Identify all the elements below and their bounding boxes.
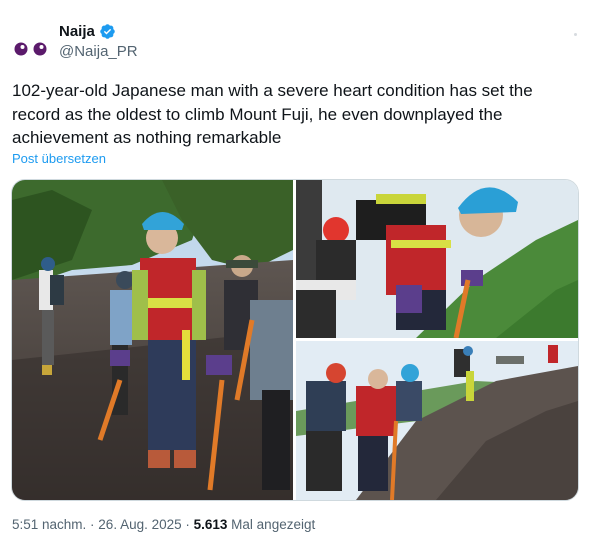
tweet-meta: 5:51 nachm. · 26. Aug. 2025 · 5.613 Mal … [12, 517, 315, 532]
views-label: Mal angezeigt [227, 517, 316, 532]
more-options-dot-icon [574, 33, 577, 36]
views-count: 5.613 [193, 517, 228, 532]
twin-eyes-logo-icon [14, 42, 47, 56]
avatar[interactable] [11, 34, 51, 64]
tweet: Naija @Naija_PR 102-year-old Japanese ma… [0, 0, 593, 543]
author-info: Naija @Naija_PR [59, 22, 138, 61]
tweet-time[interactable]: 5:51 nachm. [12, 517, 86, 532]
handle[interactable]: @Naija_PR [59, 43, 138, 60]
meta-separator: · [181, 517, 194, 532]
display-name[interactable]: Naija [59, 23, 95, 40]
photo-icon [296, 180, 578, 338]
verified-badge-icon [99, 23, 116, 40]
media-photo-1[interactable] [12, 180, 293, 500]
meta-separator: · [86, 517, 99, 532]
translate-post-link[interactable]: Post übersetzen [12, 151, 106, 166]
media-photo-2[interactable] [296, 180, 578, 338]
media-photo-3[interactable] [296, 341, 578, 500]
tweet-date[interactable]: 26. Aug. 2025 [98, 517, 181, 532]
photo-icon [12, 180, 293, 500]
tweet-text: 102-year-old Japanese man with a severe … [12, 81, 533, 147]
media-grid [11, 179, 579, 501]
photo-icon [296, 341, 578, 500]
